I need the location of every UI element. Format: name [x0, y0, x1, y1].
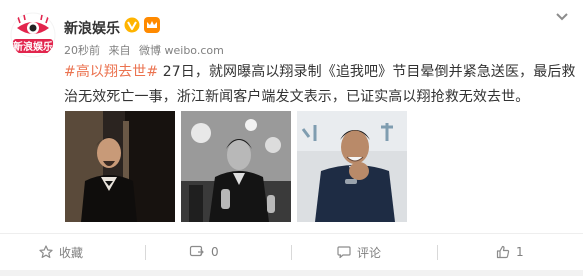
repost-button[interactable]: 0: [189, 234, 219, 270]
favorite-button[interactable]: 收藏: [39, 234, 83, 270]
post-meta: 20秒前 来自 微博 weibo.com: [64, 42, 229, 58]
photo-thumbnail[interactable]: [65, 111, 175, 222]
divider: [437, 245, 438, 260]
divider: [291, 245, 292, 260]
comment-button[interactable]: 评论: [337, 234, 381, 270]
post-source[interactable]: 微博 weibo.com: [139, 44, 224, 57]
card-bottom-spacer: [0, 270, 583, 276]
repost-count: 0: [211, 245, 219, 259]
thumbs-up-icon: [496, 245, 510, 259]
comment-label: 评论: [357, 245, 382, 260]
post-text-line2: 治无效死亡一事，浙江新闻客户端发文表示，已证实高以翔抢救无效去世。: [64, 89, 530, 105]
photo-thumbnail[interactable]: [181, 111, 291, 222]
verified-v-icon: [124, 17, 140, 33]
post-text-line1: 27日，就网曝高以翔录制《追我吧》节目晕倒并紧急送医，最后救: [158, 64, 576, 80]
photo-thumbnail[interactable]: [297, 111, 407, 222]
post-time[interactable]: 20秒前: [64, 44, 100, 57]
avatar-label: 新浪娱乐: [13, 40, 53, 53]
divider: [145, 245, 146, 260]
like-button[interactable]: 1: [496, 234, 524, 270]
repost-icon: [189, 245, 204, 257]
weibo-post-card: 新浪娱乐 新浪娱乐 20秒前 来自 微博 weibo.com #高以翔去世# 2…: [0, 0, 583, 276]
crown-icon[interactable]: [143, 16, 161, 34]
star-icon: [39, 245, 53, 258]
source-prefix: 来自: [108, 44, 131, 57]
comment-icon: [337, 246, 351, 259]
more-chevron-icon[interactable]: [555, 12, 569, 22]
weibo-eye-logo-icon: 新浪娱乐: [10, 12, 56, 58]
post-text: #高以翔去世# 27日，就网曝高以翔录制《追我吧》节目晕倒并紧急送医，最后救 治…: [64, 60, 576, 110]
like-count: 1: [516, 245, 524, 259]
account-avatar[interactable]: 新浪娱乐: [10, 12, 56, 58]
hashtag-link[interactable]: #高以翔去世#: [64, 64, 158, 80]
account-name[interactable]: 新浪娱乐: [64, 18, 120, 38]
favorite-label: 收藏: [59, 245, 84, 260]
